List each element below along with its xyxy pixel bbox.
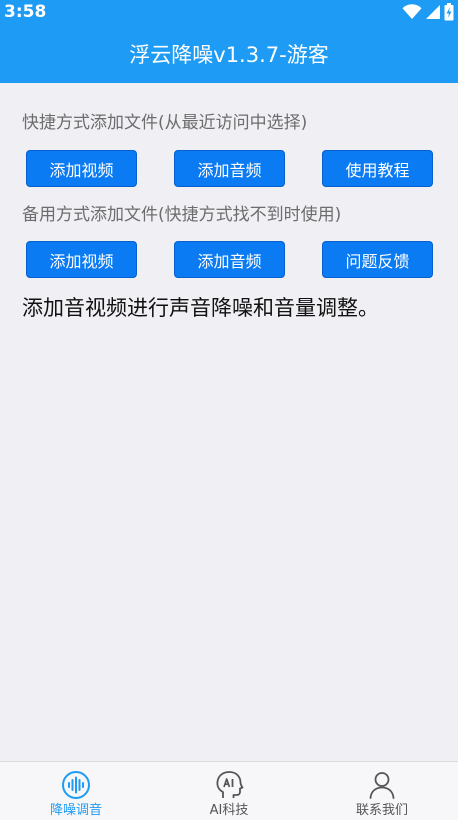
- page-title: 浮云降噪v1.3.7-游客: [129, 42, 329, 67]
- tab-noise-reduction[interactable]: 降噪调音: [0, 762, 152, 820]
- shortcut-section-label: 快捷方式添加文件(从最近访问中选择): [22, 113, 308, 133]
- sound-wave-icon: [62, 771, 90, 799]
- battery-icon: [444, 3, 454, 21]
- tab-ai-tech-label: AI科技: [209, 803, 249, 818]
- signal-icon: [426, 5, 440, 19]
- backup-add-audio-button[interactable]: 添加音频: [174, 241, 285, 278]
- feedback-button[interactable]: 问题反馈: [322, 241, 433, 278]
- backup-section-label: 备用方式添加文件(快捷方式找不到时使用): [22, 205, 342, 225]
- ai-head-icon: [216, 771, 244, 798]
- tab-contact-us-label: 联系我们: [355, 803, 408, 818]
- person-icon: [369, 772, 395, 799]
- status-icons: [402, 3, 454, 21]
- status-time: 3:58: [4, 2, 47, 22]
- tutorial-button[interactable]: 使用教程: [322, 150, 433, 187]
- status-bar: 3:58: [0, 0, 458, 24]
- bottom-tab-bar: 降噪调音 AI科技 联系我们: [0, 761, 458, 820]
- backup-add-video-button[interactable]: 添加视频: [26, 241, 137, 278]
- shortcut-add-video-button[interactable]: 添加视频: [26, 150, 137, 187]
- description-text: 添加音视频进行声音降噪和音量调整。: [22, 296, 379, 320]
- tab-contact-us[interactable]: 联系我们: [306, 762, 458, 820]
- tab-ai-tech[interactable]: AI科技: [153, 762, 305, 820]
- app-bar: 浮云降噪v1.3.7-游客: [0, 24, 458, 83]
- tab-noise-reduction-label: 降噪调音: [49, 803, 102, 818]
- wifi-icon: [402, 4, 422, 19]
- shortcut-add-audio-button[interactable]: 添加音频: [174, 150, 285, 187]
